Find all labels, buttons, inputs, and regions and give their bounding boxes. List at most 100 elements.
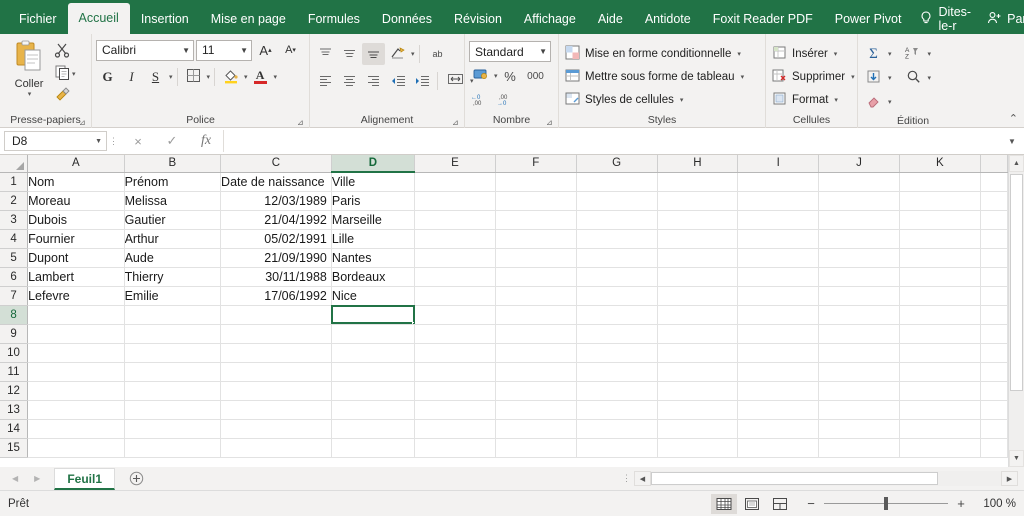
cell-F8[interactable] (495, 305, 577, 325)
clear-chevron-down-icon[interactable]: ▾ (888, 98, 892, 106)
zoom-in-button[interactable]: + (955, 496, 967, 511)
fill-color-button[interactable] (219, 66, 242, 88)
column-header-partial[interactable] (980, 155, 1008, 173)
cell-B10[interactable] (124, 343, 222, 363)
cell-A13[interactable] (27, 400, 125, 420)
cell-A4[interactable]: Fournier (27, 229, 125, 249)
cell-x6[interactable] (980, 267, 1008, 287)
cell-J11[interactable] (818, 362, 900, 382)
decrease-indent-button[interactable] (386, 70, 409, 92)
cell-G11[interactable] (576, 362, 658, 382)
cell-K13[interactable] (899, 400, 981, 420)
select-all-corner[interactable] (0, 155, 29, 173)
scroll-right-arrow-icon[interactable]: ▶ (1001, 471, 1018, 486)
column-header-f[interactable]: F (495, 155, 577, 173)
cell-C2[interactable]: 12/03/1989 (220, 191, 332, 211)
vertical-scrollbar[interactable]: ▲ ▼ (1008, 155, 1024, 467)
italic-button[interactable]: I (120, 66, 143, 88)
cell-x10[interactable] (980, 343, 1008, 363)
copy-chevron-down-icon[interactable]: ▾ (72, 70, 76, 78)
cut-button[interactable] (54, 42, 76, 61)
cell-B15[interactable] (124, 438, 222, 458)
cell-E14[interactable] (414, 419, 496, 439)
cell-styles-chevron-down-icon[interactable]: ▾ (680, 96, 684, 104)
cell-F9[interactable] (495, 324, 577, 344)
spreadsheet-grid[interactable]: A B C D E F G H I J K 1 Nom Prénom Date de (0, 155, 1008, 467)
align-right-button[interactable] (362, 70, 385, 92)
autosum-chevron-down-icon[interactable]: ▾ (888, 50, 892, 58)
column-header-a[interactable]: A (27, 155, 125, 173)
align-bottom-button[interactable] (362, 42, 385, 65)
cell-J13[interactable] (818, 400, 900, 420)
tell-me-box[interactable]: Dites-le-r (912, 4, 979, 34)
ribbon-tab-power-pivot[interactable]: Power Pivot (824, 4, 913, 34)
cell-F1[interactable] (495, 172, 577, 192)
alignment-dialog-launcher[interactable]: ⊿ (452, 118, 461, 127)
cell-A12[interactable] (27, 381, 125, 401)
autosum-button[interactable]: Σ (862, 43, 885, 65)
cell-H5[interactable] (657, 248, 739, 268)
cell-J15[interactable] (818, 438, 900, 458)
cell-D11[interactable] (331, 362, 416, 382)
ribbon-tab-formules[interactable]: Formules (297, 4, 371, 34)
cell-B2[interactable]: Melissa (124, 191, 222, 211)
ribbon-tab-donnees[interactable]: Données (371, 4, 443, 34)
normal-view-button[interactable] (711, 493, 737, 514)
align-top-button[interactable] (314, 43, 337, 65)
ribbon-tab-affichage[interactable]: Affichage (513, 4, 587, 34)
cell-I13[interactable] (737, 400, 820, 420)
cell-G3[interactable] (576, 210, 658, 230)
cell-C1[interactable]: Date de naissance (220, 172, 332, 192)
page-layout-view-button[interactable] (739, 494, 765, 514)
ribbon-tab-fichier[interactable]: Fichier (8, 4, 68, 34)
ribbon-tab-aide[interactable]: Aide (587, 4, 634, 34)
cell-K2[interactable] (899, 191, 981, 211)
vertical-scroll-track[interactable] (1009, 172, 1024, 450)
clipboard-dialog-launcher[interactable]: ⊿ (79, 118, 88, 127)
cell-E8[interactable] (414, 305, 496, 325)
cell-G9[interactable] (576, 324, 658, 344)
name-box[interactable]: D8 ▼ (4, 131, 107, 151)
orientation-chevron-down-icon[interactable]: ▾ (411, 50, 415, 58)
cell-F10[interactable] (495, 343, 577, 363)
column-header-e[interactable]: E (414, 155, 496, 173)
insert-function-button[interactable]: fx (189, 130, 223, 152)
cell-G4[interactable] (576, 229, 658, 249)
cell-G12[interactable] (576, 381, 658, 401)
column-header-j[interactable]: J (818, 155, 900, 173)
scroll-left-arrow-icon[interactable]: ◀ (634, 471, 651, 486)
cell-F11[interactable] (495, 362, 577, 382)
cell-I9[interactable] (737, 324, 820, 344)
cell-E4[interactable] (414, 229, 496, 249)
cell-K11[interactable] (899, 362, 981, 382)
zoom-slider-track[interactable] (824, 497, 948, 510)
cell-J2[interactable] (818, 191, 900, 211)
cell-J4[interactable] (818, 229, 900, 249)
cell-D6[interactable]: Bordeaux (331, 267, 416, 287)
cell-E15[interactable] (414, 438, 496, 458)
cell-D1[interactable]: Ville (331, 172, 416, 192)
font-name-combo[interactable]: Calibri ▼ (96, 39, 194, 61)
increase-decimal-button[interactable]: ←0,00 (469, 89, 492, 111)
cell-I4[interactable] (737, 229, 820, 249)
cell-C15[interactable] (220, 438, 332, 458)
page-break-view-button[interactable] (767, 494, 793, 514)
delete-chevron-down-icon[interactable]: ▾ (851, 73, 855, 81)
horizontal-scroll-thumb[interactable] (651, 472, 938, 485)
cell-B11[interactable] (124, 362, 222, 382)
delete-cells-button[interactable]: Supprimer ▾ (770, 65, 855, 88)
cell-J1[interactable] (818, 172, 900, 192)
column-header-h[interactable]: H (657, 155, 739, 173)
cell-A10[interactable] (27, 343, 125, 363)
cell-B3[interactable]: Gautier (124, 210, 222, 230)
row-header-9[interactable]: 9 (0, 324, 29, 344)
format-as-table-chevron-down-icon[interactable]: ▾ (741, 73, 745, 81)
number-dialog-launcher[interactable]: ⊿ (546, 118, 555, 127)
column-header-c[interactable]: C (220, 155, 332, 173)
cell-B8[interactable] (124, 305, 222, 325)
cell-C7[interactable]: 17/06/1992 (220, 286, 332, 306)
cell-G5[interactable] (576, 248, 658, 268)
cell-K14[interactable] (899, 419, 981, 439)
cell-H13[interactable] (657, 400, 739, 420)
column-header-k[interactable]: K (899, 155, 981, 173)
